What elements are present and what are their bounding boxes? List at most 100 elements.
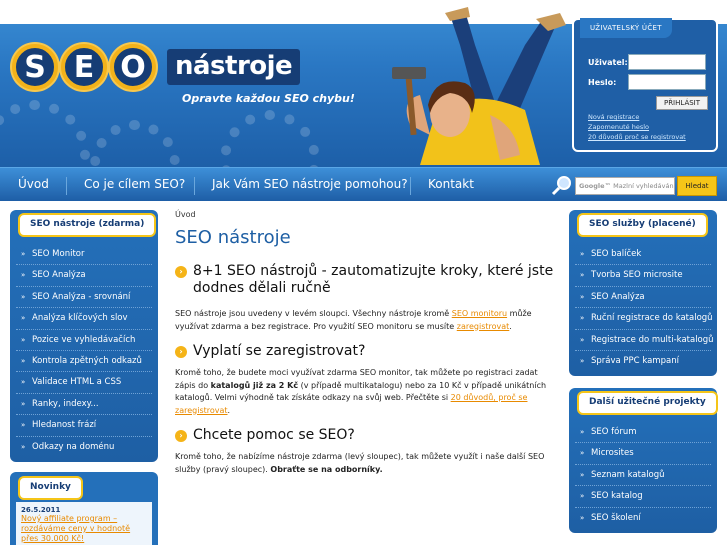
password-input[interactable]	[628, 74, 706, 90]
arrow-right-icon: »	[580, 271, 585, 280]
register-link[interactable]: Nová registrace	[588, 113, 639, 121]
login-title: UŽIVATELSKÝ ÚČET	[580, 18, 672, 38]
arrow-right-icon: »	[21, 442, 26, 451]
sidebar-item-label: SEO Analýza - srovnání	[32, 291, 131, 302]
arrow-right-icon: »	[580, 428, 585, 436]
arrow-right-icon: »	[21, 271, 26, 280]
section-text-tools: SEO nástroje jsou uvedeny v levém sloupc…	[175, 308, 555, 333]
register-inline-link[interactable]: zaregistrovat	[457, 322, 510, 331]
nav-item-contact[interactable]: Kontakt	[428, 177, 474, 191]
sidebar-item-seo-catalog[interactable]: » SEO katalog	[575, 486, 711, 508]
sidebar-item-backlink-check[interactable]: » Kontrola zpětných odkazů	[16, 351, 152, 373]
sidebar-item-label: Tvorba SEO microsite	[591, 270, 683, 281]
nav-divider	[194, 177, 195, 195]
sidebar-item-seo-monitor[interactable]: » SEO Monitor	[16, 244, 152, 266]
logo-word: nástroje	[167, 49, 301, 85]
sidebar-item-microsites[interactable]: » Microsites	[575, 443, 711, 465]
site-logo[interactable]: S E O nástroje	[12, 44, 301, 90]
section-heading-text: 8+1 SEO nástrojů - zautomatizujte kroky,…	[193, 263, 554, 296]
sidebar-item-ranks[interactable]: » Ranky, indexy...	[16, 394, 152, 416]
breadcrumb[interactable]: Úvod	[175, 210, 555, 219]
sidebar-item-label: SEO balíček	[591, 249, 642, 259]
arrow-right-icon: »	[580, 470, 585, 479]
section-heading-tools: › 8+1 SEO nástrojů - zautomatizujte krok…	[175, 263, 555, 297]
username-input[interactable]	[628, 54, 706, 70]
seo-monitor-link[interactable]: SEO monitoru	[452, 309, 507, 318]
sidebar-item-label: SEO katalog	[591, 491, 643, 502]
sidebar-item-seo-forum[interactable]: » SEO fórum	[575, 422, 711, 444]
sidebar-item-label: Ranky, indexy...	[32, 398, 99, 409]
nav-item-how-it-helps[interactable]: Jak Vám SEO nástroje pomohou?	[212, 177, 408, 191]
sidebar-item-label: Analýza klíčových slov	[32, 313, 128, 324]
sidebar-item-seo-microsite[interactable]: » Tvorba SEO microsite	[575, 265, 711, 287]
login-button[interactable]: PŘIHLÁSIT	[656, 96, 708, 110]
sidebar-item-domain-links[interactable]: » Odkazy na doménu	[16, 437, 152, 458]
sidebar-item-keyword-analysis[interactable]: » Analýza klíčových slov	[16, 308, 152, 330]
google-logo: Google™	[579, 182, 612, 190]
text-fragment: .	[227, 405, 231, 415]
gear-decoration-icon	[90, 120, 180, 167]
bullet-arrow-icon: ›	[175, 346, 187, 358]
sidebar-item-label: Seznam katalogů	[591, 469, 665, 480]
logo-letter-o: O	[110, 44, 156, 90]
news-link[interactable]: Nový affiliate program – rozdáváme ceny …	[21, 514, 147, 544]
arrow-right-icon: »	[580, 513, 585, 522]
sidebar-item-label: Microsites	[591, 448, 634, 459]
sidebar-item-seo-package[interactable]: » SEO balíček	[575, 244, 711, 266]
arrow-right-icon: »	[580, 356, 585, 365]
reasons-to-register-link[interactable]: 20 důvodů proč se registrovat	[588, 133, 686, 141]
nav-item-seo-goal[interactable]: Co je cílem SEO?	[84, 177, 185, 191]
sidebar-item-manual-catalog-registration[interactable]: » Ruční registrace do katalogů	[575, 308, 713, 330]
arrow-right-icon: »	[21, 250, 26, 258]
section-heading-help: › Chcete pomoc se SEO?	[175, 427, 555, 444]
paid-services-list: » SEO balíček » Tvorba SEO microsite » SEO …	[569, 236, 717, 380]
arrow-right-icon: »	[21, 335, 26, 344]
arrow-right-icon: »	[21, 356, 26, 365]
sidebar-item-seo-training[interactable]: » SEO školení	[575, 508, 711, 529]
sidebar-item-label: Odkazy na doménu	[32, 441, 115, 452]
paid-services-title: SEO služby (placené)	[577, 213, 708, 237]
nav-divider	[66, 177, 67, 195]
sidebar-item-search-positions[interactable]: » Pozice ve vyhledávačích	[16, 330, 152, 351]
logo-letter-e: E	[61, 44, 107, 90]
sidebar-item-catalog-list[interactable]: » Seznam katalogů	[575, 465, 711, 487]
sidebar-item-multi-catalog-registration[interactable]: » Registrace do multi-katalogů	[575, 330, 714, 351]
forgot-password-link[interactable]: Zapomenuté heslo	[588, 123, 649, 131]
search-input[interactable]: Google™ Mazlní vyhledávání	[575, 177, 675, 195]
woman-with-hammer-illustration	[392, 7, 566, 165]
sidebar-item-seo-analysis-paid[interactable]: » SEO Analýza	[575, 287, 711, 309]
left-sidebar-title: SEO nástroje (zdarma)	[18, 213, 157, 237]
text-fragment: SEO nástroje jsou uvedeny v levém sloupc…	[175, 309, 452, 318]
search-button[interactable]: Hledat	[677, 176, 717, 196]
section-heading-text: Vyplatí se zaregistrovat?	[193, 343, 366, 359]
bullet-arrow-icon: ›	[175, 430, 187, 442]
login-panel: UŽIVATELSKÝ ÚČET Uživatel: Heslo: PŘIHLÁ…	[572, 18, 718, 152]
gear-decoration-icon	[0, 100, 90, 167]
main-nav: Úvod Co je cílem SEO? Jak Vám SEO nástro…	[0, 167, 727, 201]
sidebar-item-seo-analysis-compare[interactable]: » SEO Analýza - srovnání	[16, 287, 152, 309]
arrow-right-icon: »	[580, 492, 585, 501]
arrow-right-icon: »	[21, 421, 26, 430]
arrow-right-icon: »	[21, 292, 26, 301]
news-body: 26.5.2011 Nový affiliate program – rozdá…	[16, 502, 152, 545]
sidebar-item-label: SEO Monitor	[32, 249, 85, 259]
projects-title: Další užitečné projekty	[577, 391, 718, 415]
sidebar-item-phrase-search-volume[interactable]: » Hledanost frází	[16, 415, 152, 437]
projects-list: » SEO fórum » Microsites » Seznam katalogů …	[569, 414, 717, 537]
sidebar-item-html-css-validation[interactable]: » Validace HTML a CSS	[16, 372, 152, 394]
sidebar-item-label: Registrace do multi-katalogů	[591, 334, 714, 345]
gear-decoration-icon	[220, 110, 320, 167]
sidebar-item-ppc-management[interactable]: » Správa PPC kampaní	[575, 351, 711, 372]
free-tools-list: » SEO Monitor » SEO Analýza » SEO Analýza -…	[10, 236, 158, 466]
right-sidebar-projects: Další užitečné projekty » SEO fórum » Micr…	[569, 388, 718, 533]
right-sidebar-paid-services: SEO služby (placené) » SEO balíček » Tvorb…	[569, 210, 717, 376]
nav-divider	[410, 177, 411, 195]
experts-highlight: Obraťte se na odborníky.	[270, 464, 383, 474]
search-placeholder: Mazlní vyhledávání	[613, 182, 675, 190]
section-text-help: Kromě toho, že nabízíme nástroje zdarma …	[175, 451, 555, 476]
sidebar-item-label: Ruční registrace do katalogů	[591, 313, 713, 324]
sidebar-item-seo-analysis[interactable]: » SEO Analýza	[16, 265, 152, 287]
password-label: Heslo:	[588, 78, 617, 87]
nav-item-home[interactable]: Úvod	[18, 177, 49, 191]
arrow-right-icon: »	[21, 314, 26, 323]
